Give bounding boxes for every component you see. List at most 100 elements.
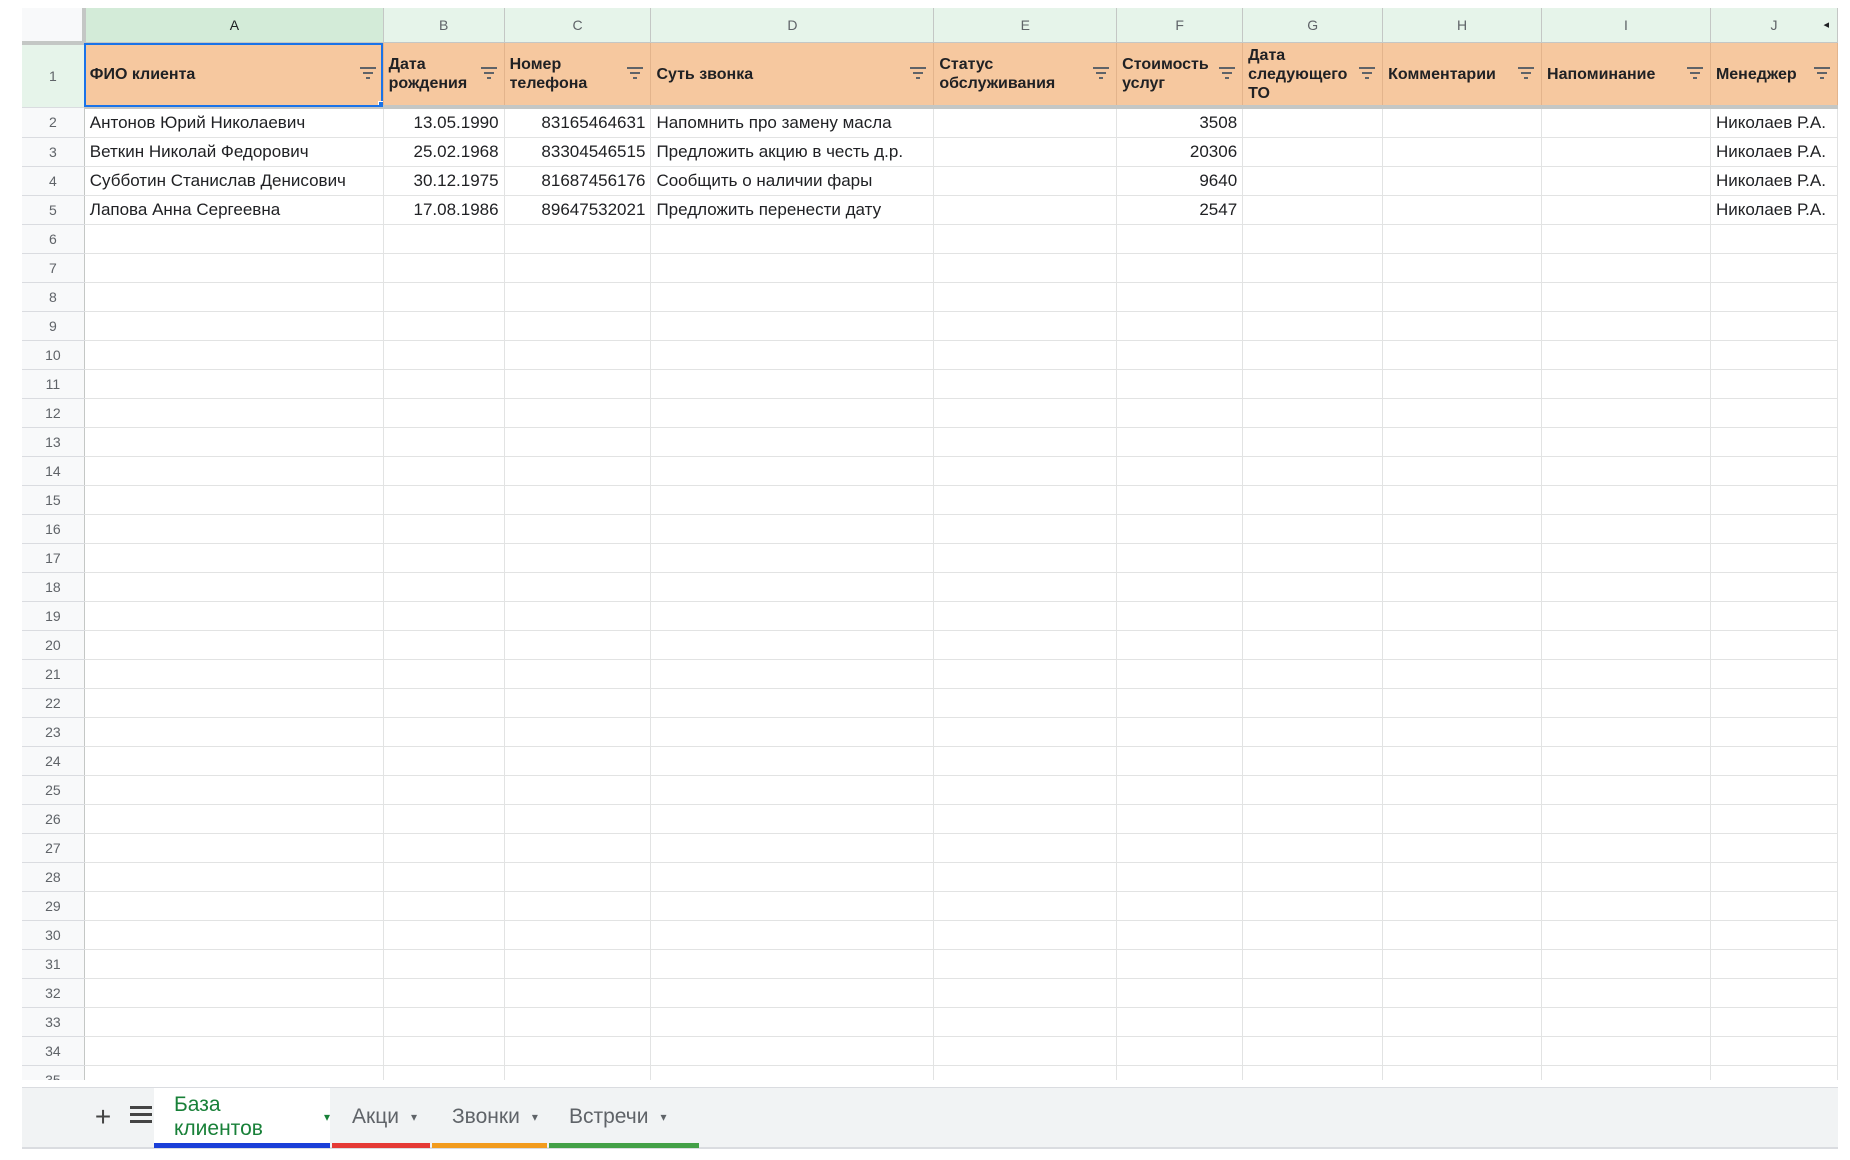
cell[interactable]: [504, 514, 652, 544]
cell[interactable]: [650, 775, 935, 805]
cell[interactable]: [383, 340, 505, 370]
row-number[interactable]: 13: [22, 427, 85, 457]
cell[interactable]: [1242, 775, 1384, 805]
row-number[interactable]: 10: [22, 340, 85, 370]
cell[interactable]: [933, 427, 1118, 457]
cell[interactable]: Напомнить про замену масла: [650, 107, 935, 138]
cell[interactable]: [1242, 398, 1384, 428]
cell[interactable]: 13.05.1990: [383, 107, 505, 138]
cell[interactable]: [1116, 1065, 1244, 1080]
cell[interactable]: [650, 456, 935, 486]
cell[interactable]: [933, 775, 1118, 805]
cell[interactable]: [650, 920, 935, 950]
cell[interactable]: [383, 862, 505, 892]
cell[interactable]: [1382, 543, 1543, 573]
cell[interactable]: [383, 282, 505, 312]
cell[interactable]: [1541, 833, 1711, 863]
cell[interactable]: [1541, 601, 1711, 631]
cell[interactable]: [1116, 920, 1244, 950]
cell[interactable]: [383, 688, 505, 718]
cell[interactable]: [1242, 949, 1384, 979]
column-header-f[interactable]: F: [1116, 8, 1244, 43]
cell[interactable]: [1710, 804, 1838, 834]
cell[interactable]: [1242, 456, 1384, 486]
cell[interactable]: [84, 891, 384, 921]
row-number[interactable]: 2: [22, 107, 85, 138]
cell[interactable]: [1382, 717, 1543, 747]
cell[interactable]: [504, 659, 652, 689]
cell[interactable]: [383, 920, 505, 950]
cell[interactable]: [383, 224, 505, 254]
row-number[interactable]: 28: [22, 862, 85, 892]
cell[interactable]: [84, 1007, 384, 1037]
cell[interactable]: [650, 891, 935, 921]
cell[interactable]: [1710, 746, 1838, 776]
cell[interactable]: [1382, 1036, 1543, 1066]
sheet-tab[interactable]: Звонки ▾: [432, 1088, 547, 1148]
cell[interactable]: [84, 311, 384, 341]
cell[interactable]: [650, 572, 935, 602]
cell[interactable]: [504, 1007, 652, 1037]
header-cell[interactable]: Дата рождения: [383, 42, 505, 109]
cell[interactable]: [1710, 427, 1838, 457]
cell[interactable]: 83165464631: [504, 107, 652, 138]
cell[interactable]: [1541, 311, 1711, 341]
cell[interactable]: [1382, 833, 1543, 863]
header-cell[interactable]: Стоимость услуг: [1116, 42, 1244, 109]
cell[interactable]: [1242, 572, 1384, 602]
cell[interactable]: [1382, 166, 1543, 196]
row-number[interactable]: 23: [22, 717, 85, 747]
cell[interactable]: [84, 630, 384, 660]
cell[interactable]: [933, 398, 1118, 428]
cell[interactable]: [1382, 804, 1543, 834]
row-number[interactable]: 8: [22, 282, 85, 312]
cell[interactable]: [1116, 1007, 1244, 1037]
row-number[interactable]: 5: [22, 195, 85, 225]
cell[interactable]: [383, 804, 505, 834]
cell[interactable]: [383, 456, 505, 486]
cell[interactable]: [1541, 543, 1711, 573]
cell[interactable]: [1116, 804, 1244, 834]
row-number[interactable]: 33: [22, 1007, 85, 1037]
cell[interactable]: 20306: [1116, 137, 1244, 167]
cell[interactable]: [1382, 1065, 1543, 1080]
cell[interactable]: [504, 804, 652, 834]
row-number[interactable]: 19: [22, 601, 85, 631]
cell[interactable]: [504, 427, 652, 457]
cell[interactable]: [504, 369, 652, 399]
cell[interactable]: [933, 485, 1118, 515]
cell[interactable]: [933, 717, 1118, 747]
cell[interactable]: [1242, 253, 1384, 283]
cell[interactable]: [1710, 920, 1838, 950]
cell[interactable]: [504, 253, 652, 283]
cell[interactable]: [933, 311, 1118, 341]
cell[interactable]: [1710, 949, 1838, 979]
cell[interactable]: [84, 833, 384, 863]
cell[interactable]: [650, 282, 935, 312]
cell[interactable]: [1116, 398, 1244, 428]
header-cell[interactable]: ФИО клиента: [84, 42, 384, 109]
cell[interactable]: [504, 630, 652, 660]
cell[interactable]: [383, 746, 505, 776]
cell[interactable]: [1541, 1007, 1711, 1037]
row-number[interactable]: 7: [22, 253, 85, 283]
cell[interactable]: [1382, 369, 1543, 399]
cell[interactable]: [1541, 253, 1711, 283]
cell[interactable]: [1541, 775, 1711, 805]
cell[interactable]: Предложить перенести дату: [650, 195, 935, 225]
column-header-a[interactable]: A: [84, 8, 384, 43]
cell[interactable]: [1242, 485, 1384, 515]
cell[interactable]: [1541, 572, 1711, 602]
cell[interactable]: [383, 1007, 505, 1037]
cell[interactable]: [504, 224, 652, 254]
cell[interactable]: [933, 224, 1118, 254]
cell[interactable]: [1710, 224, 1838, 254]
cell[interactable]: [1382, 107, 1543, 138]
cell[interactable]: [1242, 688, 1384, 718]
cell[interactable]: [933, 514, 1118, 544]
select-all-corner[interactable]: [22, 8, 87, 45]
cell[interactable]: [504, 572, 652, 602]
cell[interactable]: [1382, 311, 1543, 341]
filter-icon[interactable]: [1813, 67, 1831, 81]
header-cell[interactable]: Менеджер: [1710, 42, 1838, 109]
